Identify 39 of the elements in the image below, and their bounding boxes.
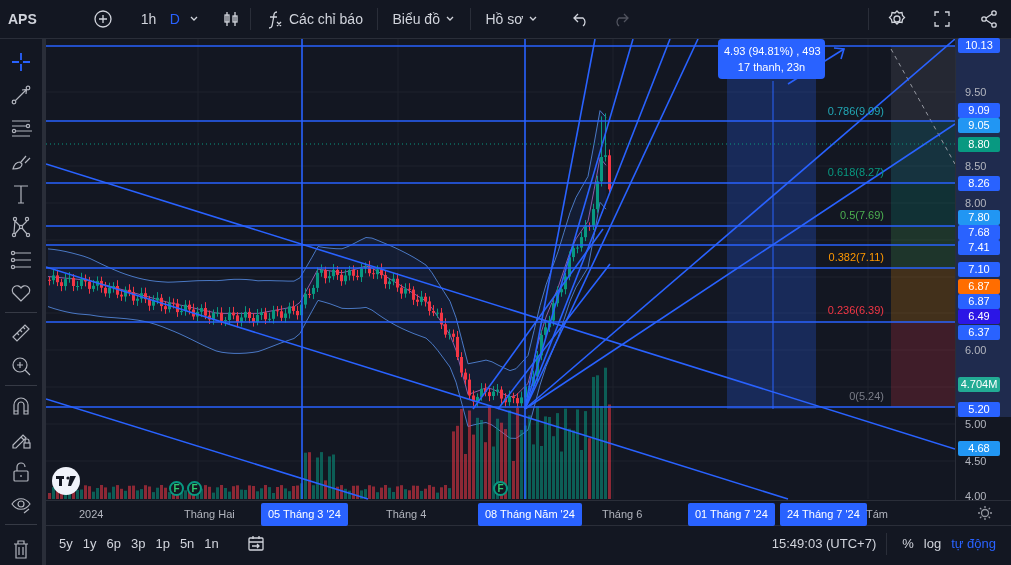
price-label: 7.41	[958, 240, 1000, 255]
time-tick: Tháng 4	[386, 507, 427, 522]
fib-level-label: 0.382(7.11)	[828, 250, 884, 265]
price-label: 7.68	[958, 225, 1000, 240]
clock-text: 15:49:03 (UTC+7)	[771, 535, 877, 554]
price-label: 6.87	[958, 279, 1000, 294]
price-label: 8.26	[958, 176, 1000, 191]
time-tick: 2024	[79, 507, 104, 522]
price-label: 7.10	[958, 262, 1000, 277]
price-tick: 8.50	[965, 160, 987, 173]
price-label: 8.80	[958, 137, 1000, 152]
price-label: 7.80	[958, 210, 1000, 225]
price-label: 10.13	[958, 38, 1000, 53]
price-tick: 9.50	[965, 86, 987, 99]
time-tick: Tháng 6	[602, 507, 643, 522]
time-tick: Tháng Hai	[184, 507, 235, 522]
price-label: 9.09	[958, 103, 1000, 118]
measure-value: 4.93 (94.81%) , 493	[724, 44, 819, 59]
price-label: 6.87	[958, 294, 1000, 309]
date-marker: 05 Tháng 3 '24	[261, 503, 348, 526]
fib-level-label: 0.5(7.69)	[839, 208, 884, 223]
price-label: 4.704M	[958, 377, 1000, 392]
price-tick: 5.00	[965, 418, 987, 431]
measure-bars: 17 thanh, 23n	[724, 59, 819, 75]
price-tick: 4.00	[965, 490, 987, 503]
date-marker: 24 Tháng 7 '24	[780, 503, 867, 526]
price-tick: 6.00	[965, 344, 987, 357]
fib-level-label: 0(5.24)	[849, 389, 884, 404]
price-label: 9.05	[958, 118, 1000, 133]
price-label: 5.20	[958, 402, 1000, 417]
price-label: 4.68	[958, 441, 1000, 456]
fib-level-label: 0.236(6.39)	[827, 303, 884, 318]
date-marker: 08 Tháng Năm '24	[478, 503, 582, 526]
date-marker: 01 Tháng 7 '24	[688, 503, 775, 526]
price-tick: 8.00	[965, 197, 987, 210]
price-label: 6.49	[958, 309, 1000, 324]
price-label: 6.37	[958, 325, 1000, 340]
price-tick: 4.50	[965, 455, 987, 468]
fib-level-label: 0.618(8.27)	[827, 165, 884, 180]
